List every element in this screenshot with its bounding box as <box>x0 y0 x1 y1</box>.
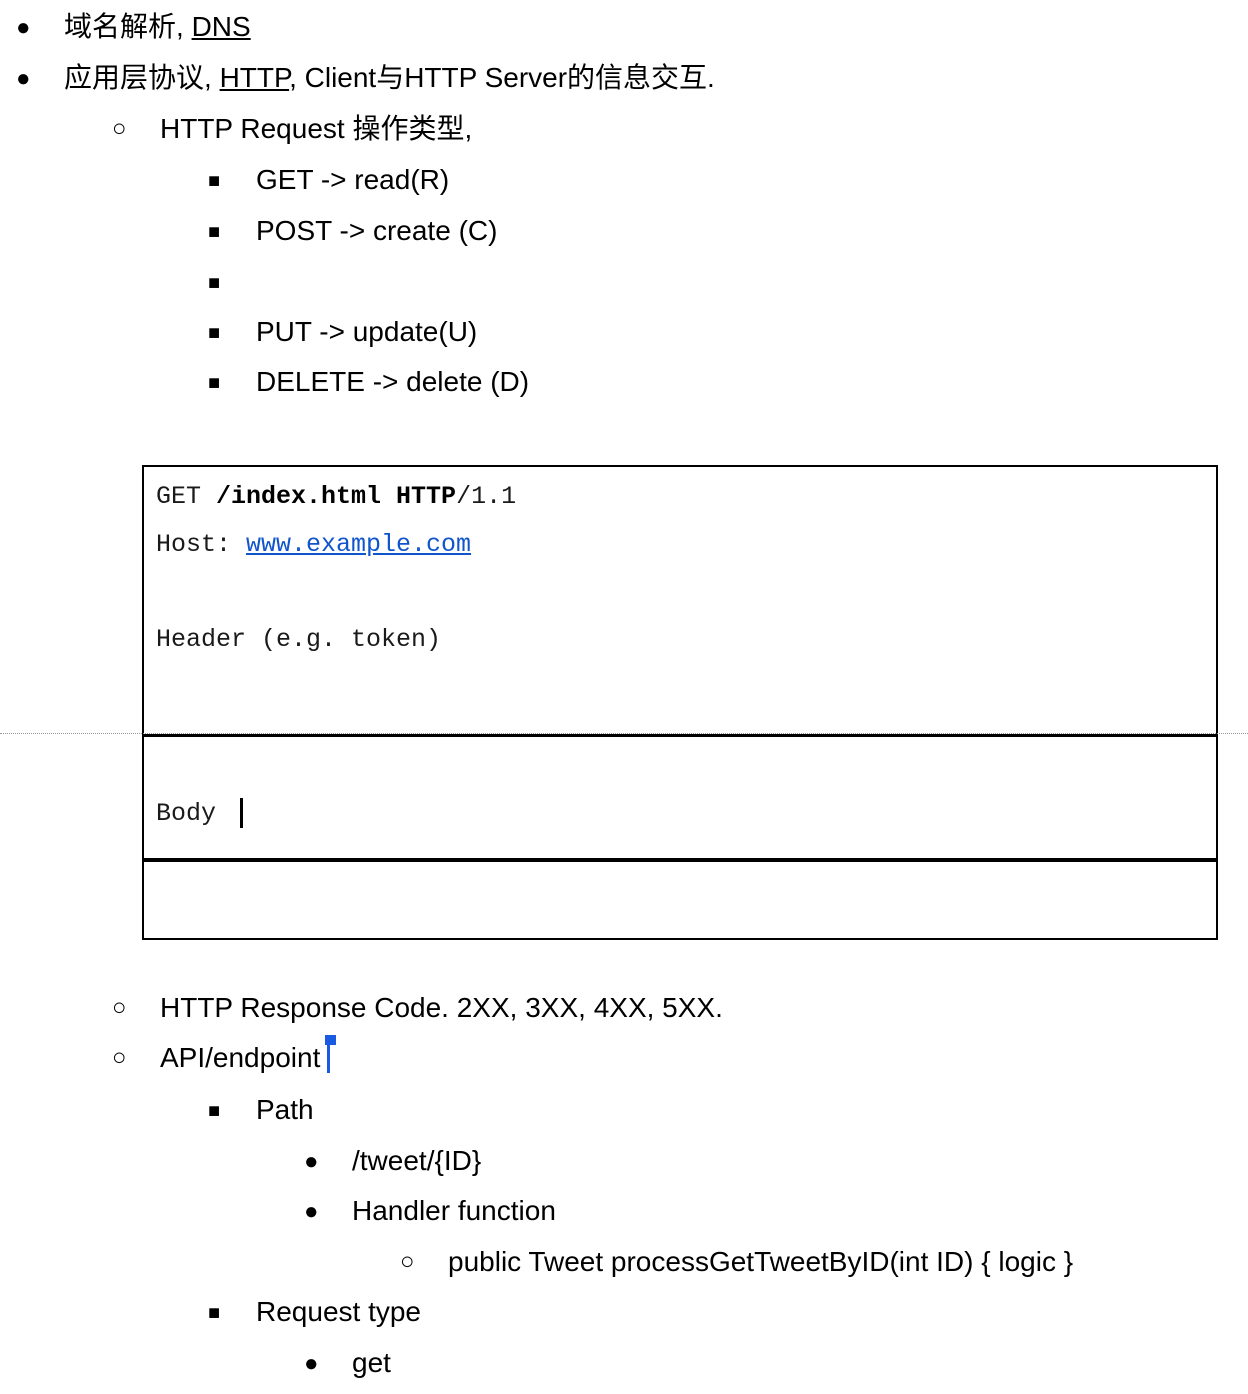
list-item-tweet-path: /tweet/{ID} <box>352 1145 482 1176</box>
version-text: /1.1 <box>456 482 517 511</box>
square-bullet-icon: ■ <box>208 322 221 344</box>
text-cursor <box>240 798 243 828</box>
list-item-get: GET -> read(R) <box>256 164 450 195</box>
square-bullet-icon: ■ <box>208 221 221 243</box>
disc-bullet-icon: ● <box>16 14 31 41</box>
dns-link[interactable]: DNS <box>192 11 251 42</box>
list-item-dns: 域名解析, DNS <box>64 10 251 44</box>
disc-bullet-icon: ● <box>16 65 31 92</box>
http-suffix-text: , Client与HTTP Server的信息交互. <box>289 62 715 93</box>
body-line: Body <box>156 799 232 828</box>
disc-bullet-icon: ● <box>304 1350 319 1377</box>
list-item-request-type: Request type <box>256 1296 421 1327</box>
host-line: Host: www.example.com <box>156 530 471 560</box>
path-text: /index.html HTTP <box>216 482 457 511</box>
circle-bullet-icon: ○ <box>400 1248 415 1275</box>
disc-bullet-icon: ● <box>304 1148 319 1175</box>
code-cell-empty[interactable] <box>142 858 1218 940</box>
http-link[interactable]: HTTP <box>220 62 290 93</box>
list-item-http: 应用层协议, HTTP, Client与HTTP Server的信息交互. <box>64 61 715 95</box>
list-item-delete: DELETE -> delete (D) <box>256 366 530 397</box>
disc-bullet-icon: ● <box>304 1198 319 1225</box>
list-item-put: PUT -> update(U) <box>256 316 478 347</box>
circle-bullet-icon: ○ <box>112 1044 127 1071</box>
circle-bullet-icon: ○ <box>112 115 127 142</box>
host-label: Host: <box>156 530 247 559</box>
page-break-divider <box>0 733 1248 734</box>
http-text: 应用层协议, <box>64 62 220 93</box>
list-item-path: Path <box>256 1094 314 1125</box>
request-line: GET /index.html HTTP/1.1 <box>156 482 516 512</box>
square-bullet-icon: ■ <box>208 1302 221 1324</box>
square-bullet-icon: ■ <box>208 372 221 394</box>
square-bullet-icon: ■ <box>208 170 221 192</box>
method-text: GET <box>156 482 217 511</box>
circle-bullet-icon: ○ <box>112 994 127 1021</box>
code-cell-body[interactable] <box>142 735 1218 862</box>
host-link[interactable]: www.example.com <box>246 530 471 559</box>
list-item-get-lower: get <box>352 1347 391 1378</box>
header-line: Header (e.g. token) <box>156 625 442 654</box>
list-item-handler: Handler function <box>352 1195 556 1226</box>
list-item-handler-signature: public Tweet processGetTweetByID(int ID)… <box>448 1246 1074 1277</box>
square-bullet-icon: ■ <box>208 1100 221 1122</box>
square-bullet-icon: ■ <box>208 272 221 294</box>
list-item-post: POST -> create (C) <box>256 215 498 246</box>
dns-text: 域名解析, <box>64 11 192 42</box>
list-item-request-types: HTTP Request 操作类型, <box>160 113 473 144</box>
cursor-handle[interactable] <box>325 1035 336 1045</box>
list-item-response-code: HTTP Response Code. 2XX, 3XX, 4XX, 5XX. <box>160 992 723 1023</box>
list-item-api-endpoint: API/endpoint <box>160 1042 321 1073</box>
